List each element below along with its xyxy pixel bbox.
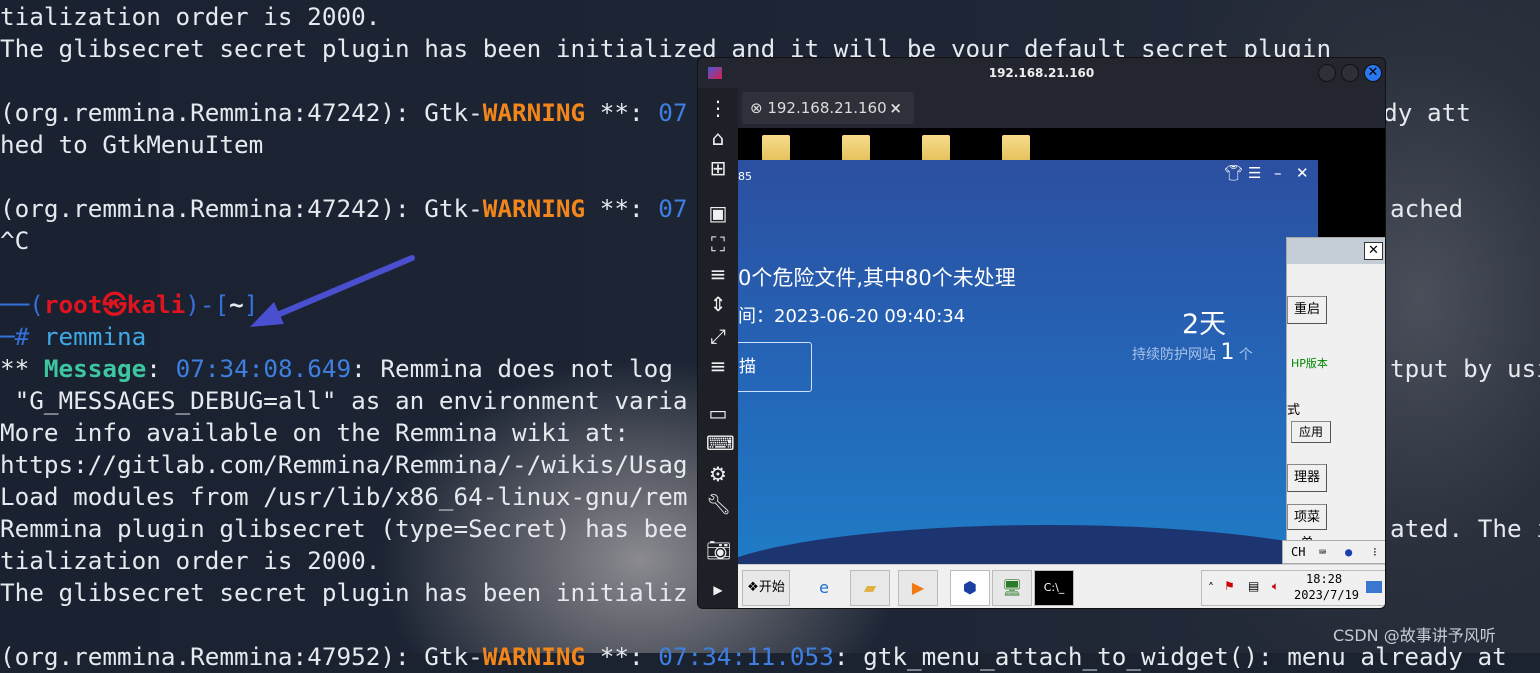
folder-icon[interactable]	[1002, 135, 1030, 161]
security-app-window: 85 👕︎ ☰ – ✕ 0个危险文件,其中80个未处理 间：2023-06-20…	[738, 160, 1385, 608]
system-tray: ˄ ⚑ ▤ 🔈︎ 18:28 2023/7/19	[1201, 570, 1385, 606]
app-minimize-icon[interactable]: –	[1274, 164, 1282, 182]
clock-date[interactable]: 2023/7/19	[1294, 588, 1359, 602]
dynamic-resolution-icon[interactable]: ⇕	[706, 292, 730, 316]
action-center-flag-icon[interactable]: ⚑	[1224, 579, 1235, 593]
title-bar[interactable]: 192.168.21.160 ✕	[698, 58, 1385, 88]
tray-expand-icon[interactable]: ˄	[1208, 581, 1214, 595]
remmina-toolbar: ⋮ ⌂ ⊞ ▣ ⛶ ≡ ⇕ ⤢ ≡ ▭ ⌨ ⚙ 🔧︎ 📷︎ ▶	[698, 88, 738, 608]
restart-button[interactable]: 重启	[1287, 296, 1327, 324]
expand-arrow-icon[interactable]: ▶	[706, 578, 730, 602]
menu-button[interactable]: 项菜单	[1287, 504, 1327, 551]
multi-monitor-icon[interactable]: ≡	[706, 262, 730, 286]
tab-bar: ⊗ 192.168.21.160 ×	[738, 88, 1385, 128]
keyboard-icon[interactable]: ⌨	[1319, 541, 1326, 563]
preferences-gear-icon[interactable]: ⚙	[706, 462, 730, 486]
watermark: CSDN @故事讲予风听	[1333, 626, 1496, 645]
dialog-close-button[interactable]: ✕	[1364, 242, 1383, 260]
remote-desktop-icon[interactable]: 🖥︎	[992, 570, 1032, 606]
protection-days: 2天	[1182, 309, 1227, 340]
volume-muted-icon[interactable]: 🔈︎	[1272, 579, 1279, 594]
maximize-button[interactable]	[1341, 64, 1359, 82]
app-close-icon[interactable]: ✕	[1296, 164, 1309, 182]
minimize-button[interactable]	[1318, 64, 1336, 82]
langbar-options-icon[interactable]: ⁝	[1373, 541, 1377, 563]
protected-sites: 持续防护网站 1 个	[1132, 340, 1253, 365]
windows-taskbar: ❖开始 e ▰ ▶ ⬢ 🖥︎ C:\_ ˄ ⚑ ▤ 🔈︎ 18:28 2023/…	[738, 564, 1385, 608]
help-icon[interactable]: ●	[1345, 541, 1352, 563]
menu-dots-icon[interactable]: ⋮	[706, 96, 730, 120]
remmina-logo-icon	[708, 67, 722, 79]
skin-icon[interactable]: 👕︎	[1224, 164, 1243, 182]
ie-icon[interactable]: e	[804, 570, 844, 606]
scan-button[interactable]: 描	[738, 342, 812, 392]
terminal-line-tail: ached	[1390, 194, 1464, 223]
window-title: 192.168.21.160	[988, 66, 1095, 80]
close-button[interactable]: ✕	[1364, 64, 1382, 82]
windows-logo-icon: ❖	[747, 580, 759, 595]
annotation-arrow	[250, 255, 415, 327]
clock-time[interactable]: 18:28	[1306, 572, 1342, 586]
start-button[interactable]: ❖开始	[742, 570, 790, 606]
explorer-icon[interactable]: ▰	[850, 570, 890, 606]
terminal-line-tail: tput by usi	[1390, 354, 1540, 383]
tab-close-button[interactable]: ×	[889, 92, 902, 124]
home-icon[interactable]: ⌂	[706, 126, 730, 150]
menu-icon[interactable]: ☰	[1248, 164, 1261, 182]
minimize-icon[interactable]: ≡	[706, 354, 730, 378]
cmd-icon[interactable]: C:\_	[1034, 570, 1074, 606]
remote-desktop-view[interactable]: 85 👕︎ ☰ – ✕ 0个危险文件,其中80个未处理 间：2023-06-20…	[738, 128, 1385, 608]
terminal-line: tialization order is 2000.	[0, 2, 381, 31]
folder-icon[interactable]	[762, 135, 790, 161]
screenshot-camera-icon[interactable]: 📷︎	[706, 538, 731, 562]
language-indicator[interactable]: CH	[1283, 545, 1305, 559]
show-desktop-icon[interactable]	[1366, 581, 1382, 593]
terminal-line-tail: ated. The i	[1390, 514, 1540, 543]
media-player-icon[interactable]: ▶	[898, 570, 938, 606]
network-icon[interactable]: ▤	[1248, 579, 1259, 593]
apply-button[interactable]: 应用	[1291, 421, 1331, 443]
tools-wrench-icon[interactable]: 🔧︎	[706, 492, 731, 516]
new-connection-icon[interactable]: ⊞	[706, 156, 730, 180]
fit-window-icon[interactable]: ▣	[706, 201, 730, 225]
fullscreen-icon[interactable]: ⛶	[706, 232, 730, 256]
mode-label: 式	[1287, 403, 1301, 418]
folder-icon[interactable]	[922, 135, 950, 161]
security-app-icon[interactable]: ⬢	[950, 570, 990, 606]
php-version-label: HP版本	[1291, 357, 1328, 370]
manager-button[interactable]: 理器	[1287, 464, 1327, 492]
version-text: 85	[738, 170, 752, 183]
scan-time: 间：2023-06-20 09:40:34	[738, 306, 966, 327]
connection-icon: ⊗	[750, 99, 768, 117]
folder-icon[interactable]	[842, 135, 870, 161]
threat-headline: 0个危险文件,其中80个未处理	[738, 266, 1016, 290]
remmina-window: 192.168.21.160 ✕ ⋮ ⌂ ⊞ ▣ ⛶ ≡ ⇕ ⤢ ≡ ▭ ⌨ ⚙…	[697, 57, 1386, 609]
settings-dialog: ✕ 重启 HP版本 式 应用 理器 项菜单	[1286, 237, 1385, 567]
tab-connection[interactable]: ⊗ 192.168.21.160 ×	[742, 92, 914, 124]
switch-window-icon[interactable]: ▭	[706, 401, 730, 425]
terminal-line: (org.remmina.Remmina:47952): Gtk-WARNING…	[0, 642, 1507, 671]
language-bar: CH ⌨ ● ⁝	[1282, 540, 1385, 564]
keyboard-icon[interactable]: ⌨	[706, 431, 735, 455]
scale-icon[interactable]: ⤢	[706, 324, 730, 348]
